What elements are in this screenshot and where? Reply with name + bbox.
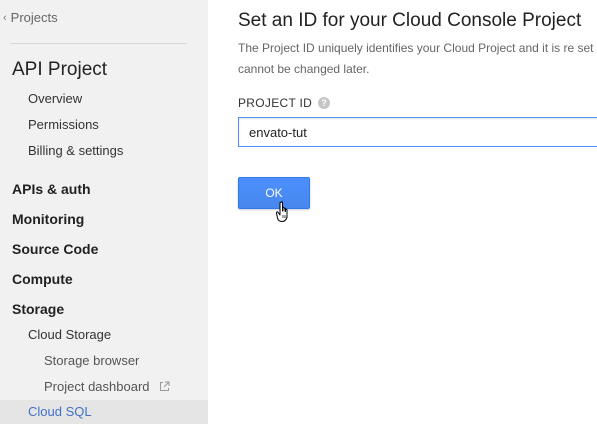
sidebar-item-cloud-storage[interactable]: Cloud Storage bbox=[28, 327, 111, 342]
page-title: Set an ID for your Cloud Console Project bbox=[238, 10, 582, 31]
sidebar-item-label: Cloud SQL bbox=[28, 404, 92, 419]
sidebar-item-cloud-sql[interactable]: Cloud SQL bbox=[0, 400, 208, 424]
sidebar-item-storage[interactable]: Storage bbox=[12, 301, 64, 317]
chevron-left-icon: ‹ bbox=[3, 11, 7, 24]
sidebar-item-compute[interactable]: Compute bbox=[12, 271, 73, 287]
sidebar: ‹ Projects API Project Overview Permissi… bbox=[0, 0, 208, 424]
back-to-projects-link[interactable]: ‹ Projects bbox=[3, 10, 58, 25]
page-description: The Project ID uniquely identifies your … bbox=[238, 41, 597, 76]
sidebar-item-billing-settings[interactable]: Billing & settings bbox=[28, 143, 123, 158]
sidebar-divider bbox=[10, 43, 187, 44]
field-label-text: PROJECT ID bbox=[238, 96, 313, 110]
question-mark-icon[interactable]: ? bbox=[318, 97, 331, 109]
external-link-icon bbox=[160, 381, 170, 391]
sidebar-item-apis-auth[interactable]: APIs & auth bbox=[12, 181, 91, 197]
sidebar-item-storage-browser[interactable]: Storage browser bbox=[44, 353, 139, 368]
project-id-label: PROJECT ID ? bbox=[238, 96, 331, 110]
sidebar-item-overview[interactable]: Overview bbox=[28, 91, 82, 106]
back-link-label: Projects bbox=[10, 10, 58, 25]
project-id-input[interactable] bbox=[238, 117, 597, 147]
sidebar-item-permissions[interactable]: Permissions bbox=[28, 117, 99, 132]
sidebar-item-label: Project dashboard bbox=[44, 379, 150, 394]
sidebar-item-monitoring[interactable]: Monitoring bbox=[12, 211, 84, 227]
sidebar-item-source-code[interactable]: Source Code bbox=[12, 241, 98, 257]
project-title: API Project bbox=[12, 59, 108, 80]
sidebar-item-project-dashboard[interactable]: Project dashboard bbox=[44, 379, 170, 394]
ok-button[interactable]: OK bbox=[238, 177, 310, 209]
main-content: Set an ID for your Cloud Console Project… bbox=[208, 0, 597, 423]
